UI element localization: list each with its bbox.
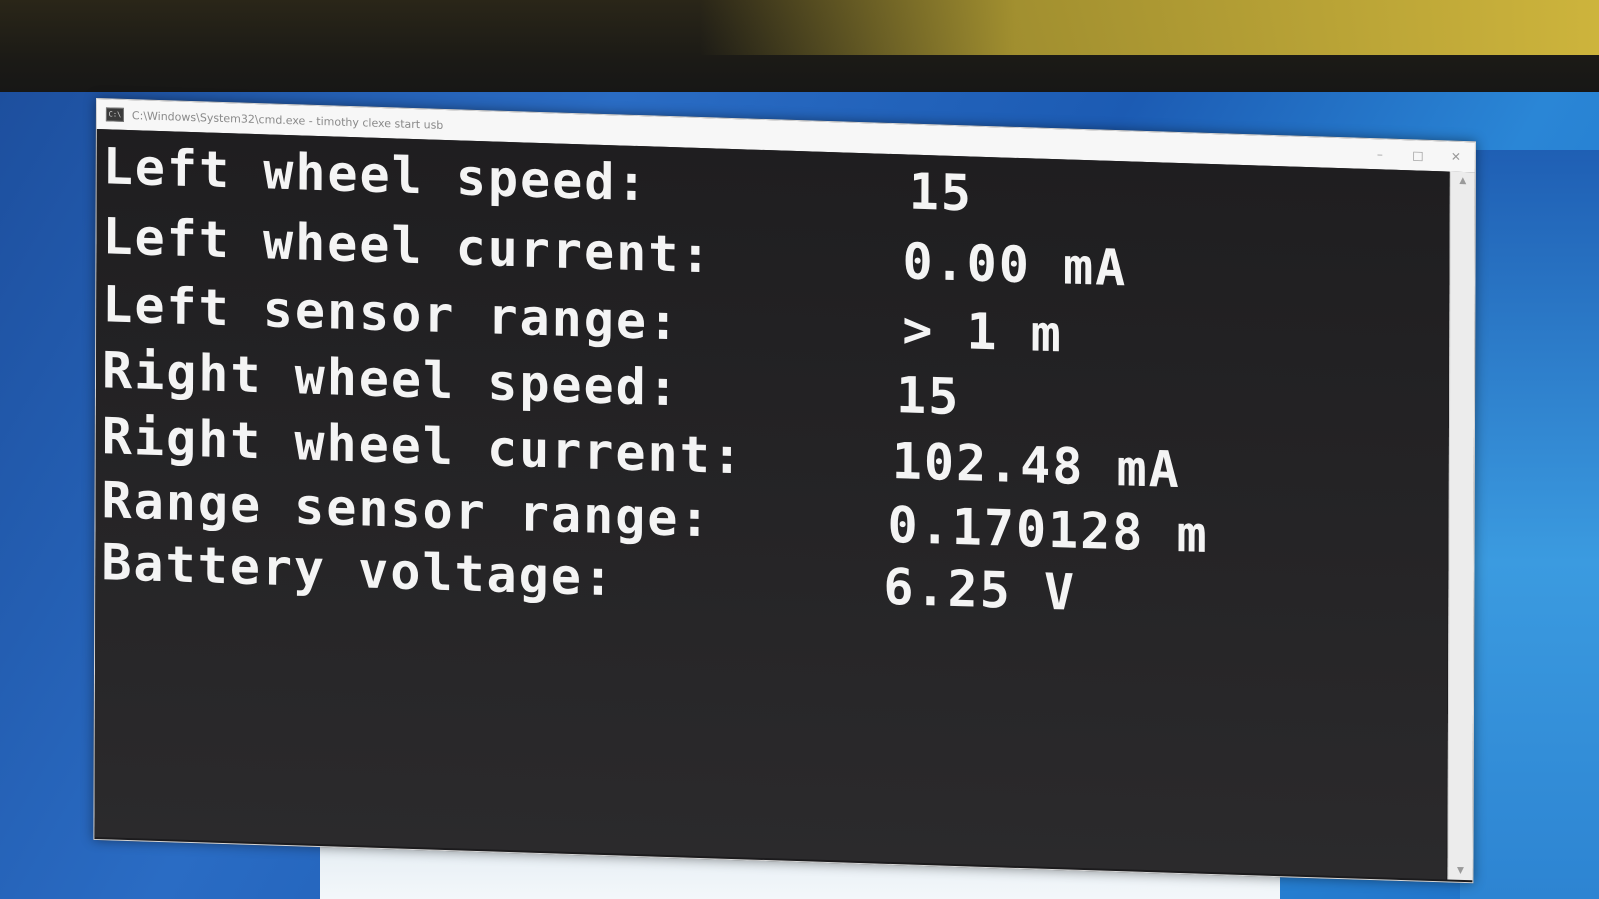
desktop-wallpaper-right xyxy=(1460,150,1599,899)
line-value: 15 xyxy=(895,366,961,427)
cmd-icon: C:\ xyxy=(105,107,124,122)
line-label: Left wheel speed: xyxy=(102,137,649,213)
close-button[interactable]: ✕ xyxy=(1437,149,1475,164)
cmd-window: C:\ C:\Windows\System32\cmd.exe - timoth… xyxy=(93,98,1476,884)
minimize-button[interactable]: – xyxy=(1361,147,1399,162)
line-value: 15 xyxy=(908,162,974,223)
window-controls: – □ ✕ xyxy=(1361,139,1475,173)
line-value: 0.00 mA xyxy=(902,232,1128,298)
console-output[interactable]: Left wheel speed: 15 Left wheel current:… xyxy=(94,129,1449,880)
photo-scene: C:\ C:\Windows\System32\cmd.exe - timoth… xyxy=(0,0,1599,899)
line-value: 102.48 mA xyxy=(891,432,1181,500)
bezel-reflection xyxy=(700,0,1599,55)
scroll-down-icon[interactable]: ▼ xyxy=(1448,866,1472,877)
line-value: 6.25 V xyxy=(883,557,1077,622)
line-value: > 1 m xyxy=(902,300,1063,364)
line-value: 0.170128 m xyxy=(887,495,1209,564)
vertical-scrollbar[interactable]: ▲ ▼ xyxy=(1447,171,1475,881)
maximize-button[interactable]: □ xyxy=(1399,148,1437,163)
scroll-up-icon[interactable]: ▲ xyxy=(1451,176,1475,187)
